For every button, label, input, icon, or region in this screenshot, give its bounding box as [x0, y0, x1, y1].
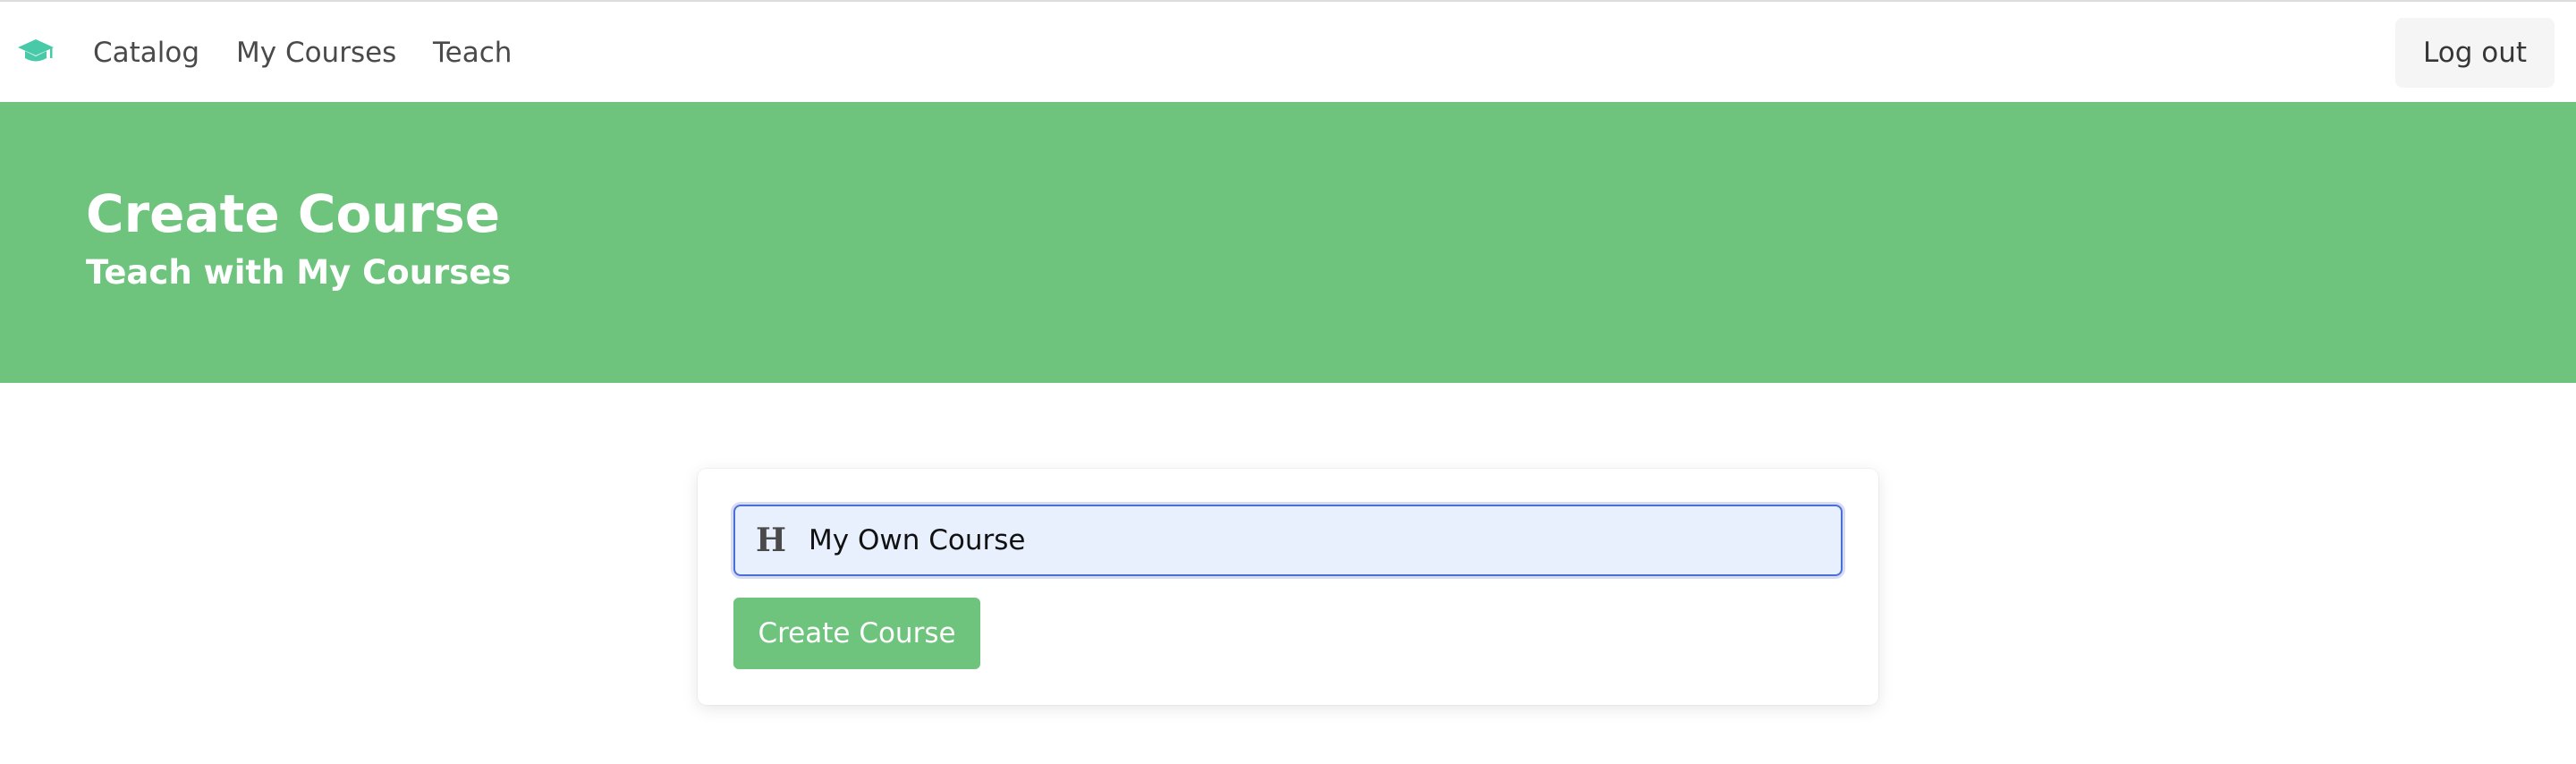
logout-button[interactable]: Log out: [2395, 18, 2555, 88]
heading-icon: H: [755, 522, 786, 559]
create-course-button[interactable]: Create Course: [733, 598, 980, 669]
graduation-cap-icon[interactable]: [16, 38, 55, 64]
nav-item-teach[interactable]: Teach: [433, 36, 512, 70]
course-title-field: H: [733, 505, 1843, 576]
navbar: Catalog My Courses Teach Log out: [0, 2, 2576, 102]
page-subtitle: Teach with My Courses: [86, 253, 512, 292]
course-title-input[interactable]: [733, 505, 1843, 576]
create-course-card: H Create Course: [698, 469, 1878, 705]
nav-item-catalog[interactable]: Catalog: [93, 36, 199, 70]
nav-item-my-courses[interactable]: My Courses: [236, 36, 396, 70]
page-title: Create Course: [86, 183, 501, 244]
hero-banner: Create Course Teach with My Courses: [0, 102, 2576, 383]
